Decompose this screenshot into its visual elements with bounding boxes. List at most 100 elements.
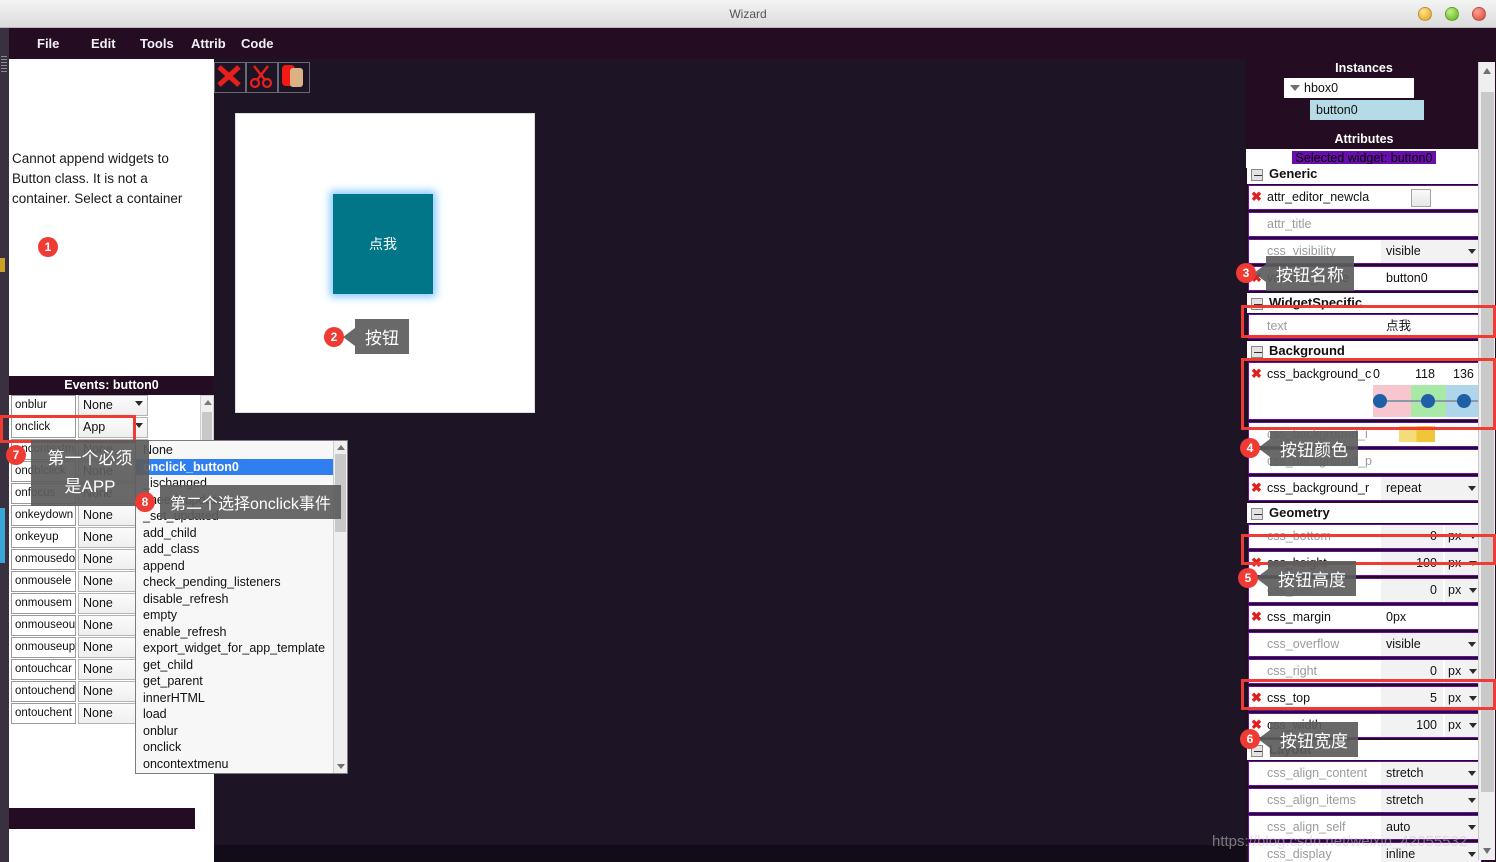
attr-text-input[interactable]: 0px bbox=[1381, 606, 1481, 629]
dropdown-item[interactable]: get_child bbox=[136, 657, 333, 674]
event-name-field[interactable]: onmouseup bbox=[11, 637, 76, 658]
cut-icon[interactable] bbox=[246, 62, 278, 93]
chevron-down-icon[interactable] bbox=[1290, 84, 1300, 91]
attr-row-css_overflow[interactable]: css_overflow visible bbox=[1248, 632, 1482, 657]
dropdown-item[interactable]: load bbox=[136, 706, 333, 723]
attr-checkbox[interactable] bbox=[1411, 189, 1431, 207]
event-name-field[interactable]: ontouchent bbox=[11, 703, 76, 724]
dropdown-item[interactable]: onclick_button0 bbox=[136, 458, 333, 475]
dropdown-item[interactable]: add_child bbox=[136, 525, 333, 542]
event-name-field[interactable]: onkeydown bbox=[11, 505, 76, 526]
scroll-up-icon[interactable] bbox=[337, 445, 345, 450]
attr-unit-select[interactable]: px bbox=[1445, 714, 1481, 737]
dropdown-item[interactable]: export_widget_for_app_template bbox=[136, 640, 333, 657]
collapse-icon[interactable] bbox=[1251, 507, 1263, 520]
attr-text-input[interactable] bbox=[1381, 450, 1481, 473]
dropdown-item[interactable]: enable_refresh bbox=[136, 624, 333, 641]
collapse-icon[interactable] bbox=[1251, 168, 1263, 181]
preview-button-label: 点我 bbox=[369, 236, 397, 252]
event-name-field[interactable]: onmousele bbox=[11, 571, 76, 592]
menu-bar: File Edit Tools Attrib Code bbox=[9, 28, 1496, 59]
dropdown-item[interactable]: onblur bbox=[136, 723, 333, 740]
event-handler-select[interactable]: None bbox=[78, 395, 148, 416]
resize-grip-icon[interactable] bbox=[1, 56, 7, 72]
event-name-field[interactable]: onmouseou bbox=[11, 615, 76, 636]
dropdown-item[interactable]: get_parent bbox=[136, 673, 333, 690]
event-name-field[interactable]: onmousem bbox=[11, 593, 76, 614]
title-bar: Wizard bbox=[0, 0, 1496, 28]
watermark-text: https://blog.csdn.net/weixin_42055532 bbox=[1212, 833, 1468, 850]
attr-value: button0 bbox=[1386, 271, 1428, 285]
event-name-field[interactable]: onblur bbox=[11, 395, 76, 416]
annotation-tip-4: 按钮颜色 bbox=[1270, 431, 1358, 466]
attr-text-input[interactable] bbox=[1381, 213, 1481, 236]
attr-section-generic[interactable]: Generic bbox=[1247, 164, 1481, 184]
event-name-field[interactable]: ontouchcar bbox=[11, 659, 76, 680]
attr-row-css_align_content[interactable]: css_align_content stretch bbox=[1248, 761, 1482, 786]
scroll-up-icon[interactable] bbox=[1483, 68, 1491, 74]
attr-select[interactable]: visible bbox=[1381, 633, 1481, 656]
event-handler-value: None bbox=[83, 618, 113, 632]
delete-icon[interactable] bbox=[214, 62, 246, 93]
attr-select[interactable]: stretch bbox=[1381, 789, 1481, 812]
status-message: Cannot append widgets to Button class. I… bbox=[12, 151, 183, 206]
dropdown-item[interactable]: check_pending_listeners bbox=[136, 574, 333, 591]
dropdown-item[interactable]: add_class bbox=[136, 541, 333, 558]
attr-unit-select[interactable]: px bbox=[1445, 579, 1481, 602]
annotation-badge-6: 6 bbox=[1240, 729, 1260, 749]
attr-unit-value: px bbox=[1448, 664, 1462, 678]
scroll-down-icon[interactable] bbox=[337, 764, 345, 769]
menu-item-code[interactable]: Code bbox=[233, 28, 282, 59]
attr-row-attr_title[interactable]: attr_title bbox=[1248, 212, 1482, 237]
menu-item-attrib[interactable]: Attrib bbox=[183, 28, 234, 59]
attr-row-css_margin[interactable]: ✖ css_margin 0px bbox=[1248, 605, 1482, 630]
event-row: onblur None bbox=[11, 395, 197, 416]
event-handler-value: None bbox=[83, 552, 113, 566]
event-name-field[interactable]: ontouchend bbox=[11, 681, 76, 702]
annotation-badge-7: 7 bbox=[6, 445, 26, 465]
attr-text-input[interactable]: button0 bbox=[1381, 267, 1481, 290]
annotation-badge-3: 3 bbox=[1236, 263, 1256, 283]
chevron-down-icon bbox=[1468, 486, 1476, 491]
close-button[interactable] bbox=[1472, 7, 1486, 21]
maximize-button[interactable] bbox=[1445, 7, 1459, 21]
attributes-scrollbar[interactable] bbox=[1478, 62, 1495, 860]
edge-marker-gold bbox=[0, 258, 5, 272]
menu-item-file[interactable]: File bbox=[29, 28, 67, 59]
attr-select[interactable]: repeat bbox=[1381, 477, 1481, 500]
attr-number-input[interactable]: 0 bbox=[1381, 579, 1443, 602]
attr-row-attr_editor_newcla[interactable]: ✖ attr_editor_newcla bbox=[1248, 185, 1482, 210]
event-name-field[interactable]: onkeyup bbox=[11, 527, 76, 548]
menu-item-tools[interactable]: Tools bbox=[132, 28, 182, 59]
dropdown-item[interactable]: None bbox=[136, 442, 333, 459]
attr-value: auto bbox=[1386, 820, 1411, 834]
chevron-down-icon bbox=[1468, 852, 1476, 857]
attr-number-input[interactable]: 100 bbox=[1381, 714, 1443, 737]
dropdown-item[interactable]: oncontextmenu bbox=[136, 756, 333, 773]
paste-icon[interactable] bbox=[278, 62, 310, 93]
tree-node-hbox0[interactable]: hbox0 bbox=[1284, 78, 1414, 98]
event-handler-value: None bbox=[83, 662, 113, 676]
event-name-field[interactable]: onmousedo bbox=[11, 549, 76, 570]
dropdown-item[interactable]: onclick bbox=[136, 739, 333, 756]
dropdown-item[interactable]: innerHTML bbox=[136, 690, 333, 707]
menu-item-edit[interactable]: Edit bbox=[83, 28, 124, 59]
preview-button-widget[interactable]: 点我 bbox=[333, 194, 433, 294]
attr-section-geometry[interactable]: Geometry bbox=[1247, 503, 1481, 523]
scroll-down-icon[interactable] bbox=[1483, 848, 1491, 854]
tree-node-button0[interactable]: button0 bbox=[1310, 100, 1424, 120]
attr-select[interactable]: visible bbox=[1381, 240, 1481, 263]
minimize-button[interactable] bbox=[1418, 7, 1432, 21]
dropdown-item[interactable]: append bbox=[136, 558, 333, 575]
highlight-box-onclick-row bbox=[0, 415, 136, 443]
widget-canvas[interactable]: 点我 bbox=[235, 113, 535, 413]
attr-label: css_margin bbox=[1267, 610, 1331, 624]
attr-row-css_align_items[interactable]: css_align_items stretch bbox=[1248, 788, 1482, 813]
scroll-up-icon[interactable] bbox=[204, 400, 212, 405]
dropdown-item[interactable]: empty bbox=[136, 607, 333, 624]
dropdown-item[interactable]: disable_refresh bbox=[136, 591, 333, 608]
attr-row-css_background_r[interactable]: ✖ css_background_r repeat bbox=[1248, 476, 1482, 501]
attr-value: repeat bbox=[1386, 481, 1422, 495]
attr-select[interactable]: stretch bbox=[1381, 762, 1481, 785]
collapse-icon[interactable] bbox=[1251, 345, 1263, 358]
